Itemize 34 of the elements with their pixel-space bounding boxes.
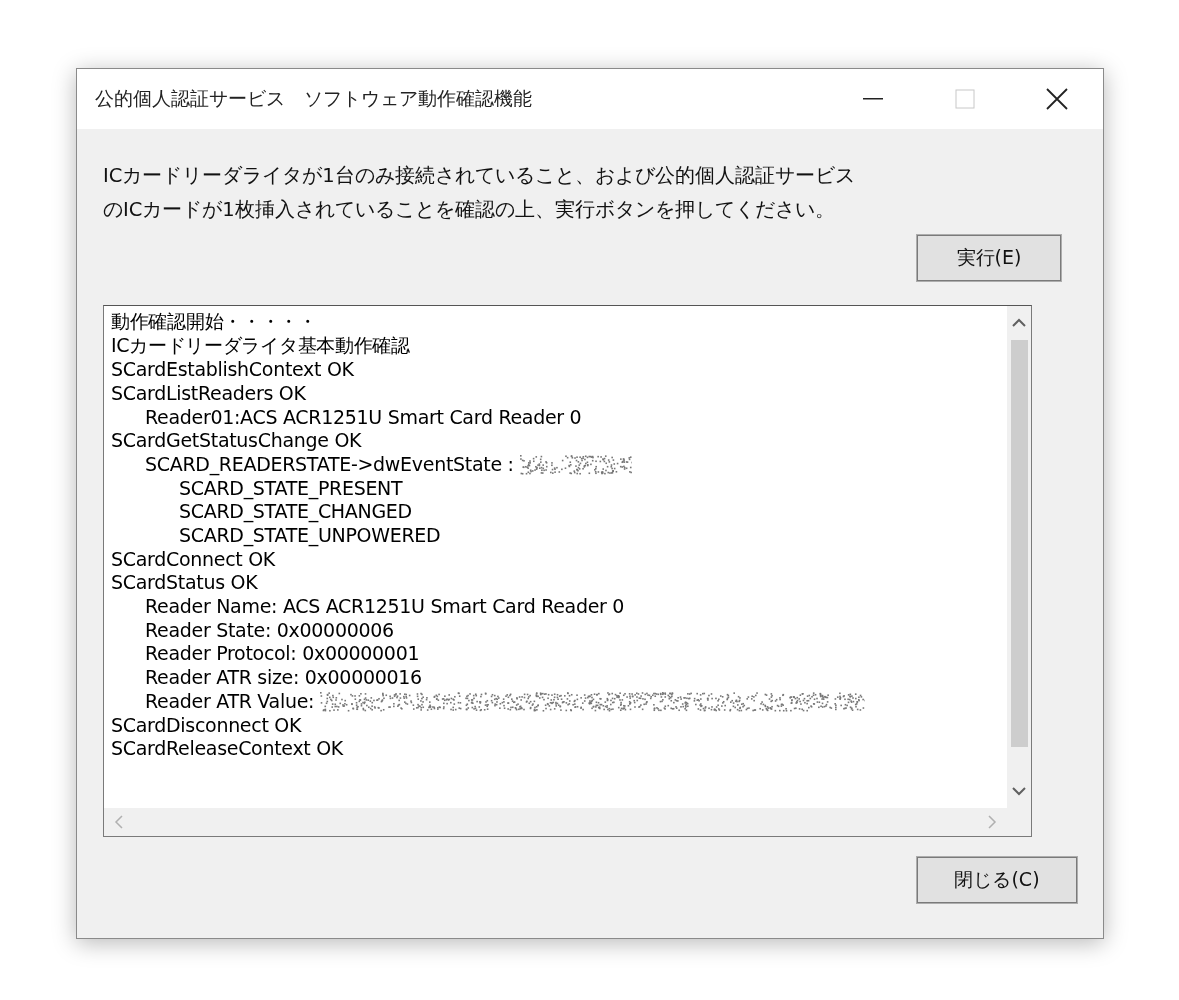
log-line: Reader State: 0x00000006 (145, 618, 394, 641)
log-line: SCardEstablishContext OK (111, 358, 354, 381)
log-line: SCardGetStatusChange OK (111, 429, 362, 452)
vertical-scrollbar[interactable] (1007, 306, 1031, 808)
log-line: Reader ATR size: 0x00000016 (145, 666, 422, 689)
maximize-icon (955, 89, 975, 109)
scroll-right-icon[interactable] (987, 815, 997, 829)
close-dialog-button[interactable]: 閉じる(C) (917, 857, 1077, 903)
log-line: SCARD_STATE_PRESENT (179, 476, 403, 499)
log-line: Reader01:ACS ACR1251U Smart Card Reader 0 (145, 405, 582, 428)
scroll-up-icon[interactable] (1012, 318, 1026, 328)
log-line: Reader Protocol: 0x00000001 (145, 642, 420, 665)
log-line: 動作確認開始・・・・・ (111, 308, 317, 334)
log-line: ICカードリーダライタ基本動作確認 (111, 332, 410, 358)
scrollbar-thumb[interactable] (1010, 340, 1028, 747)
log-line: SCARD_STATE_CHANGED (179, 500, 412, 523)
log-line: SCardReleaseContext OK (111, 737, 344, 760)
log-line: Reader Name: ACS ACR1251U Smart Card Reader 0 (145, 595, 625, 618)
log-line: SCardConnect OK (111, 547, 276, 570)
scroll-left-icon[interactable] (114, 815, 124, 829)
log-line: SCardStatus OK (111, 571, 258, 594)
instruction-text: のICカードが1枚挿入されていることを確認の上、実行ボタンを押してください。 (103, 197, 835, 223)
close-icon (1045, 87, 1069, 111)
log-line: Reader ATR Value: (145, 689, 315, 712)
log-line: SCARD_STATE_UNPOWERED (179, 524, 441, 547)
minimize-icon (863, 98, 883, 100)
instruction-text: ICカードリーダライタが1台のみ接続されていること、および公的個人認証サービス (103, 163, 855, 189)
log-line: SCARD_READERSTATE->dwEventState : (145, 452, 514, 475)
log-line: SCardListReaders OK (111, 381, 306, 404)
window-title: 公的個人認証サービス ソフトウェア動作確認機能 (95, 86, 533, 111)
log-line: SCardDisconnect OK (111, 713, 302, 736)
run-button[interactable]: 実行(E) (917, 235, 1061, 281)
horizontal-scrollbar[interactable] (104, 808, 1007, 836)
scroll-down-icon[interactable] (1012, 786, 1026, 796)
